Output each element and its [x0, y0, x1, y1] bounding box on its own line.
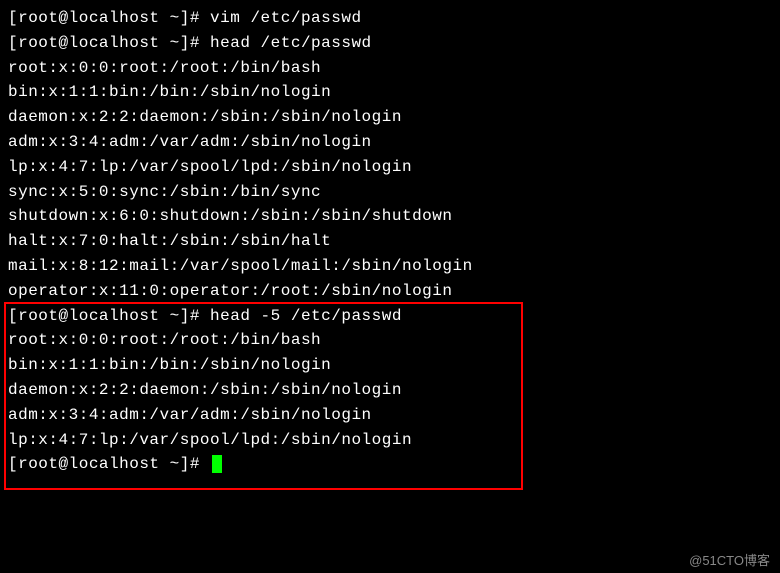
terminal-line: mail:x:8:12:mail:/var/spool/mail:/sbin/n… — [8, 254, 772, 279]
terminal-line: root:x:0:0:root:/root:/bin/bash — [8, 56, 772, 81]
terminal-prompt-line[interactable]: [root@localhost ~]# — [8, 452, 772, 477]
watermark-text: @51CTO博客 — [689, 550, 770, 569]
terminal-line: bin:x:1:1:bin:/bin:/sbin/nologin — [8, 80, 772, 105]
terminal-line: halt:x:7:0:halt:/sbin:/sbin/halt — [8, 229, 772, 254]
terminal-line: sync:x:5:0:sync:/sbin:/bin/sync — [8, 180, 772, 205]
terminal-line: [root@localhost ~]# head -5 /etc/passwd — [8, 304, 772, 329]
terminal-line: operator:x:11:0:operator:/root:/sbin/nol… — [8, 279, 772, 304]
terminal-line: daemon:x:2:2:daemon:/sbin:/sbin/nologin — [8, 378, 772, 403]
terminal-line: lp:x:4:7:lp:/var/spool/lpd:/sbin/nologin — [8, 428, 772, 453]
terminal-line: daemon:x:2:2:daemon:/sbin:/sbin/nologin — [8, 105, 772, 130]
terminal-line: shutdown:x:6:0:shutdown:/sbin:/sbin/shut… — [8, 204, 772, 229]
terminal-line: [root@localhost ~]# vim /etc/passwd — [8, 6, 772, 31]
terminal-prompt: [root@localhost ~]# — [8, 455, 210, 473]
terminal-window[interactable]: [root@localhost ~]# vim /etc/passwd [roo… — [0, 0, 780, 483]
terminal-line: lp:x:4:7:lp:/var/spool/lpd:/sbin/nologin — [8, 155, 772, 180]
terminal-line: [root@localhost ~]# head /etc/passwd — [8, 31, 772, 56]
terminal-line: adm:x:3:4:adm:/var/adm:/sbin/nologin — [8, 403, 772, 428]
terminal-line: root:x:0:0:root:/root:/bin/bash — [8, 328, 772, 353]
cursor-icon — [212, 455, 222, 473]
terminal-line: adm:x:3:4:adm:/var/adm:/sbin/nologin — [8, 130, 772, 155]
terminal-line: bin:x:1:1:bin:/bin:/sbin/nologin — [8, 353, 772, 378]
